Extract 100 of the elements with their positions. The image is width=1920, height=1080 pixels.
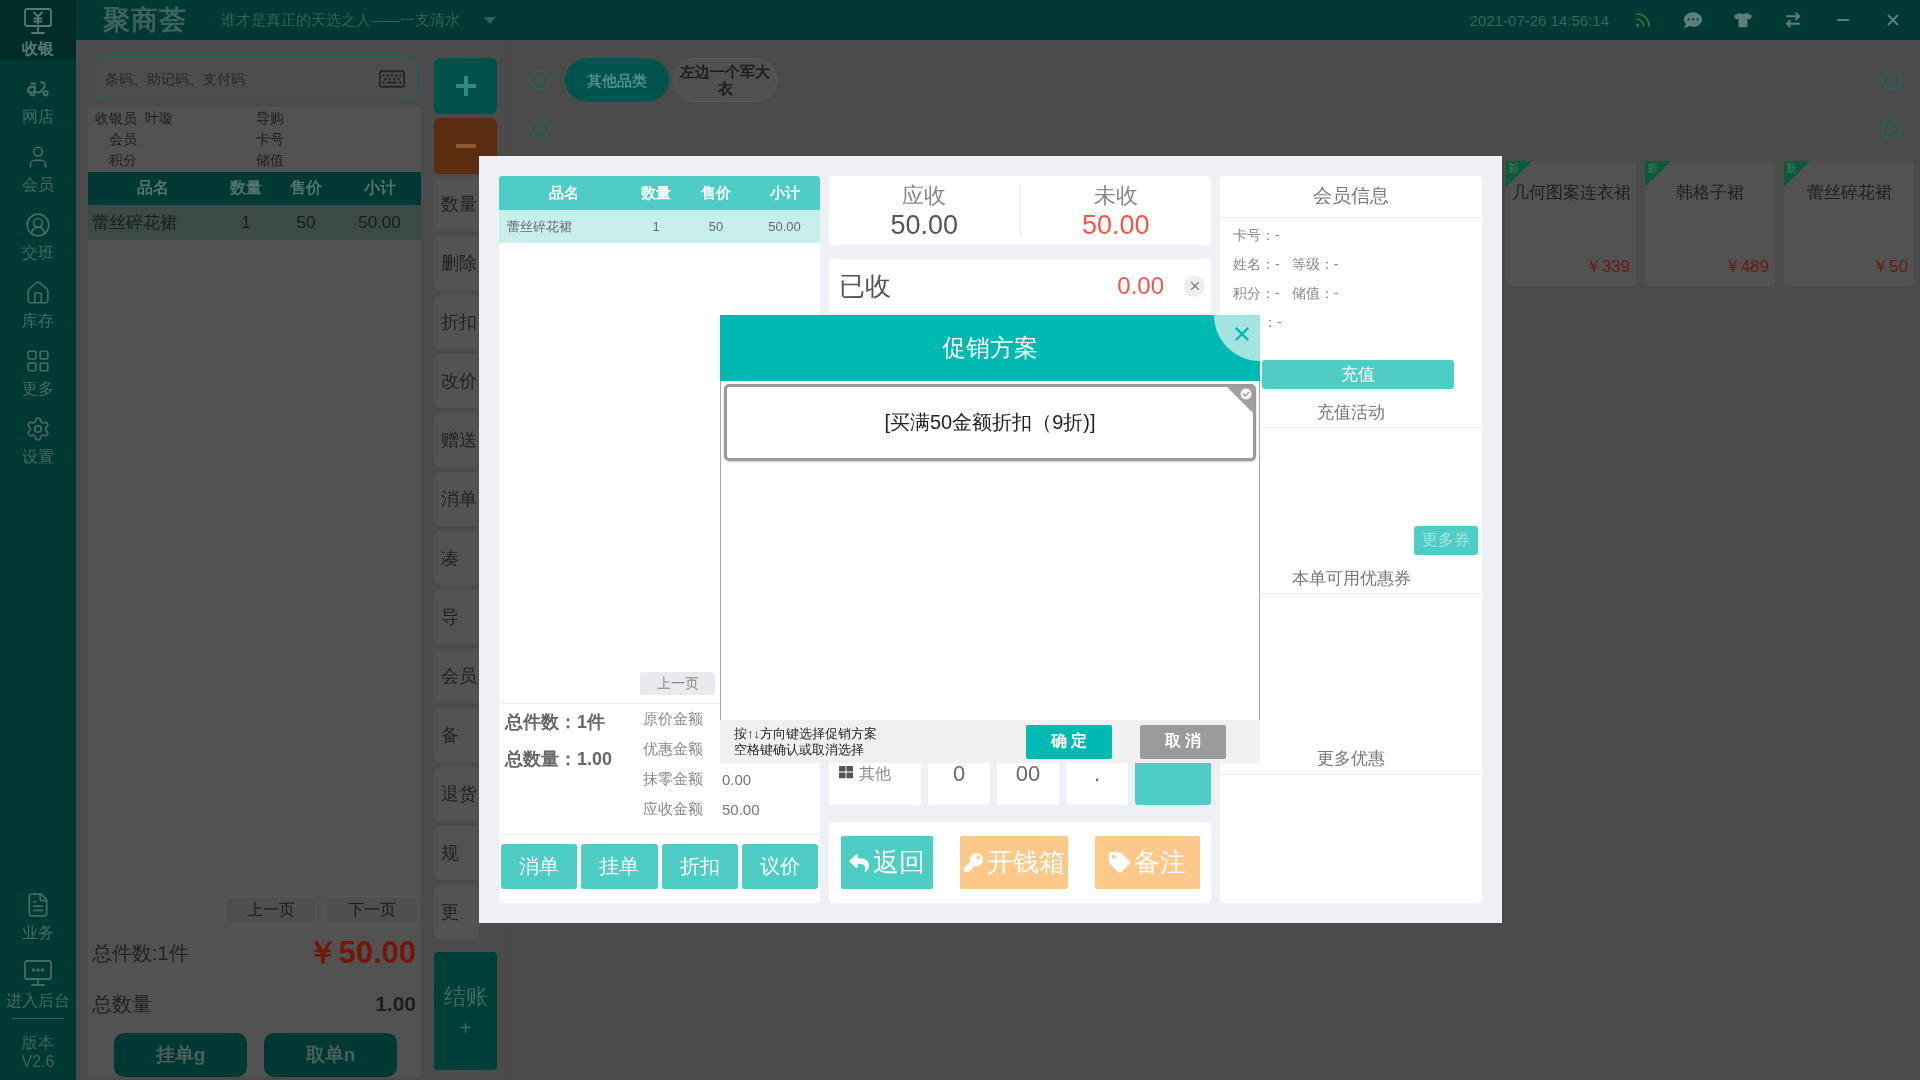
amount-label: 应收金额 [643, 799, 704, 819]
footer-button[interactable]: 开钱箱 [960, 836, 1068, 889]
order-button[interactable]: 挂单g [114, 1033, 247, 1077]
member-field: 储值：- [1291, 284, 1339, 303]
grid-icon [839, 765, 853, 779]
user-circle-icon [25, 212, 51, 238]
table-cell-text: 50 [707, 219, 725, 234]
category-tab[interactable]: 其他品类 [565, 58, 669, 102]
monitor-yen-icon [24, 8, 52, 34]
product-price: ￥339 [1584, 256, 1630, 278]
nav-item[interactable]: 收银 [0, 0, 76, 60]
nav-item[interactable]: 设置 [0, 408, 76, 468]
chevron-left-icon[interactable] [529, 118, 551, 140]
received-value: 0.00 [1117, 272, 1164, 300]
swap-icon[interactable] [1784, 11, 1802, 29]
amount-value: 50.00 [722, 800, 760, 818]
caret-icon[interactable] [484, 16, 496, 24]
received-field[interactable]: 已收 0.00 [829, 259, 1211, 313]
logo: 聚商荟 [103, 4, 187, 37]
nav-item[interactable]: 会员 [0, 136, 76, 196]
document-icon [25, 892, 51, 918]
amount-label: 抹零金额 [643, 769, 704, 789]
minus-icon [455, 144, 476, 148]
more-coupons-button[interactable]: 更多券 [1414, 526, 1478, 555]
summary-quantity: 总数量：1.00 [505, 748, 614, 771]
nav-item[interactable]: 交班 [0, 204, 76, 264]
signal-icon [1634, 11, 1652, 29]
promotion-option[interactable]: [买满50金额折扣（9折)] [724, 384, 1256, 461]
reply-icon [849, 852, 869, 873]
balance-value: 50.00 [1081, 209, 1150, 241]
keypad-key[interactable]: 00 [997, 763, 1059, 805]
column-header: 数量 [229, 178, 263, 198]
chevron-right-icon[interactable] [1880, 118, 1902, 140]
member-field: ：- [1263, 313, 1282, 332]
column-header: 品名 [548, 183, 580, 203]
product-price: ￥50 [1872, 256, 1908, 278]
amount-label: 优惠金额 [643, 739, 704, 759]
version-label: 版本 [22, 1033, 54, 1052]
product-price: ￥489 [1723, 256, 1769, 278]
check-corner-icon [1227, 387, 1253, 413]
summary-count: 总件数：1件 [505, 711, 606, 734]
footer-button[interactable]: 备注 [1095, 836, 1200, 889]
key-icon [963, 853, 983, 872]
version-text: V2.6 [21, 1052, 55, 1071]
panel-title: 会员信息 [1220, 176, 1482, 218]
keypad-key[interactable]: 0 [928, 763, 990, 805]
hint-text: 按↑↓方向键选择促销方案 [734, 725, 877, 742]
shirt-icon[interactable] [1734, 11, 1752, 29]
plus-icon [455, 76, 476, 96]
settings-icon [25, 416, 51, 442]
amount-label: 原价金额 [643, 709, 704, 729]
balance-value: 50.00 [890, 209, 959, 241]
order-button[interactable]: 取单n [264, 1033, 397, 1077]
chevron-right-icon[interactable] [1880, 69, 1902, 91]
remove-button[interactable] [434, 118, 497, 174]
footer-button[interactable]: 返回 [841, 836, 933, 889]
balance-label: 应收 [902, 183, 947, 209]
received-label: 已收 [839, 269, 891, 303]
grid-icon [25, 348, 51, 374]
member-field: 卡号：- [1233, 226, 1280, 245]
table-cell-text: 蕾丝碎花裙 [506, 217, 573, 236]
keypad-key[interactable]: 其他 [829, 763, 921, 805]
hint-text: 空格键确认或取消选择 [734, 741, 865, 758]
action-button[interactable]: 议价 [741, 844, 818, 889]
member-field: 姓名：- [1233, 255, 1280, 274]
total-amount: ￥50.00 [307, 934, 416, 972]
column-header: 小计 [768, 183, 801, 203]
house-icon [25, 280, 51, 306]
chevron-left-icon[interactable] [529, 69, 551, 91]
nav-item[interactable]: 库存 [0, 272, 76, 332]
amount-value: 0.00 [722, 770, 752, 788]
recharge-button[interactable]: 充值 [1262, 360, 1454, 389]
datetime-text: 2021-07-26 14:56:14 [1469, 11, 1609, 29]
action-button[interactable]: 消单 [501, 844, 578, 889]
checkout-button[interactable]: 结账 + [434, 952, 497, 1070]
confirm-button[interactable]: 确 定 [1026, 724, 1112, 759]
column-header: 售价 [289, 178, 323, 198]
nav-item[interactable]: 网店 [0, 68, 76, 128]
nav-item[interactable]: 业务 [0, 884, 76, 944]
pager-button[interactable]: 上一页 [640, 672, 715, 695]
column-header: 售价 [700, 183, 732, 203]
monitor-icon [24, 960, 52, 986]
clear-button[interactable] [1184, 275, 1205, 297]
keypad-key[interactable]: . [1066, 763, 1128, 805]
column-header: 数量 [640, 183, 672, 203]
table-row[interactable]: 蕾丝碎花裙 1 50 50.00 [499, 210, 820, 243]
message-icon[interactable] [1684, 11, 1702, 29]
member-field: 等级：- [1291, 255, 1339, 274]
nav-item[interactable]: 更多 [0, 340, 76, 400]
tag-icon [1109, 852, 1130, 873]
column-header: 小计 [362, 178, 397, 198]
table-cell-text: 50.00 [767, 219, 802, 234]
balance-label: 未收 [1093, 183, 1138, 209]
action-button[interactable]: 折扣 [661, 844, 738, 889]
action-button[interactable]: 挂单 [581, 844, 658, 889]
column-header: 品名 [136, 178, 170, 198]
close-icon[interactable] [1884, 11, 1902, 29]
nav-item[interactable]: 进入后台 [0, 952, 76, 1012]
cancel-button[interactable]: 取 消 [1140, 724, 1226, 759]
member-field: 积分：- [1233, 284, 1280, 303]
